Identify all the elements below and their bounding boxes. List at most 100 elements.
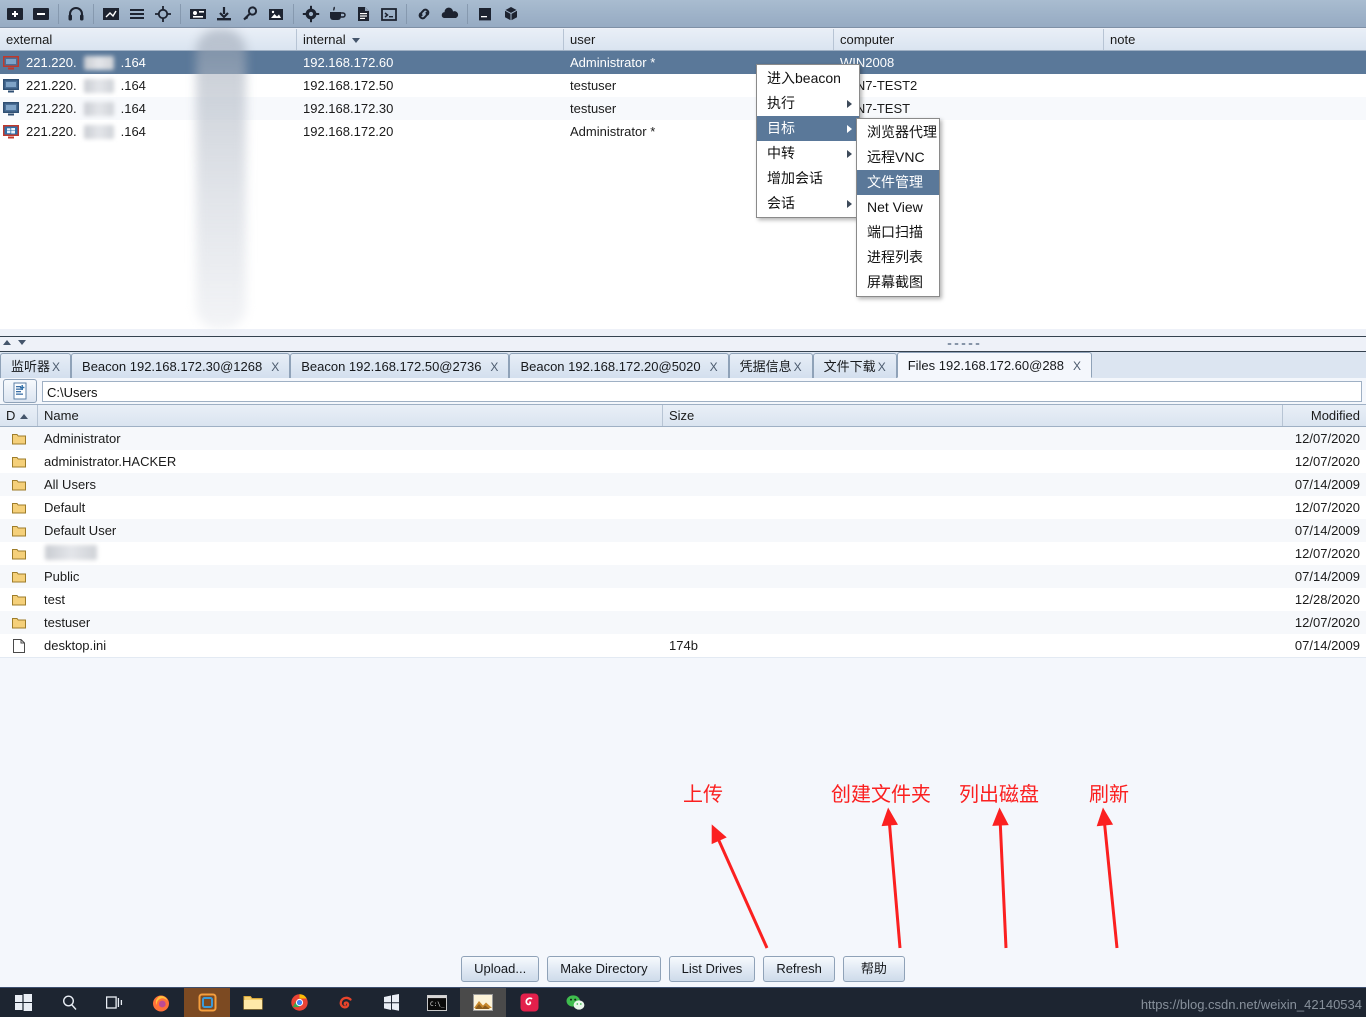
menu-item-enter-beacon[interactable]: 进入beacon — [757, 66, 859, 91]
column-header-modified[interactable]: Modified — [1283, 405, 1366, 426]
collapse-up-icon[interactable] — [3, 340, 11, 345]
menu-item-session[interactable]: 会话 — [757, 191, 859, 216]
tab-beacon-172-30[interactable]: Beacon 192.168.172.30@1268 X — [71, 353, 291, 378]
windows-taskbar[interactable]: C:\_ https://blog.csdn.net/weixin_421405… — [0, 987, 1366, 1017]
help-button[interactable]: 帮助 — [842, 956, 905, 982]
image-viewer-icon[interactable] — [460, 988, 506, 1017]
column-header-external[interactable]: external — [0, 29, 297, 50]
column-header-note[interactable]: note — [1104, 29, 1366, 50]
cloud-icon[interactable] — [437, 1, 463, 27]
column-header-directory[interactable]: D — [0, 405, 38, 426]
remove-icon[interactable] — [28, 1, 54, 27]
make-directory-button[interactable]: Make Directory — [547, 956, 661, 982]
tab-close-icon[interactable]: X — [271, 360, 279, 374]
table-row[interactable]: 221.220. .164 192.168.172.50 testuser WIN… — [0, 74, 1366, 97]
tab-close-icon[interactable]: X — [490, 360, 498, 374]
submenu-item-remote-vnc[interactable]: 远程VNC — [857, 145, 939, 170]
column-header-computer[interactable]: computer — [834, 29, 1104, 50]
tab-beacon-172-50[interactable]: Beacon 192.168.172.50@2736 X — [290, 353, 510, 378]
file-modified: 12/07/2020 — [1294, 615, 1360, 630]
search-icon[interactable] — [46, 988, 92, 1017]
file-row[interactable]: test 12/28/2020 — [0, 588, 1366, 611]
tab-credentials[interactable]: 凭据信息 X — [728, 353, 813, 378]
tab-close-icon[interactable]: X — [878, 360, 886, 374]
split-pane-divider[interactable] — [0, 336, 1366, 352]
360-browser-icon[interactable] — [322, 988, 368, 1017]
gear-icon[interactable] — [298, 1, 324, 27]
submenu-item-port-scan[interactable]: 端口扫描 — [857, 220, 939, 245]
tab-listeners[interactable]: 监听器 X — [0, 353, 72, 378]
key-icon[interactable] — [237, 1, 263, 27]
divider-expanders[interactable] — [3, 340, 26, 345]
context-menu[interactable]: 进入beacon 执行 目标 中转 增加会话 会话 — [756, 64, 860, 218]
tab-close-icon[interactable]: X — [794, 360, 802, 374]
coffee-icon[interactable] — [324, 1, 350, 27]
submenu-item-process-list[interactable]: 进程列表 — [857, 245, 939, 270]
menu-item-pivot[interactable]: 中转 — [757, 141, 859, 166]
file-row[interactable]: desktop.ini 174b 07/14/2009 — [0, 634, 1366, 657]
menu-item-add-session[interactable]: 增加会话 — [757, 166, 859, 191]
refresh-button[interactable]: Refresh — [763, 956, 835, 982]
file-row[interactable]: Default 12/07/2020 — [0, 496, 1366, 519]
cube-icon[interactable] — [498, 1, 524, 27]
vmware-icon[interactable] — [184, 988, 230, 1017]
book-icon[interactable] — [472, 1, 498, 27]
wechat-icon[interactable] — [552, 988, 598, 1017]
tab-beacon-172-20[interactable]: Beacon 192.168.172.20@5020 X — [509, 353, 729, 378]
list-icon[interactable] — [124, 1, 150, 27]
file-row[interactable]: All Users 07/14/2009 — [0, 473, 1366, 496]
file-row[interactable]: testuser 12/07/2020 — [0, 611, 1366, 634]
table-row[interactable]: 221.220. .164 192.168.172.20 Administrato… — [0, 120, 1366, 143]
column-header-user[interactable]: user — [564, 29, 834, 50]
chrome-icon[interactable] — [276, 988, 322, 1017]
column-header-name[interactable]: Name — [38, 405, 663, 426]
tab-close-icon[interactable]: X — [710, 360, 718, 374]
file-row[interactable]: Public 07/14/2009 — [0, 565, 1366, 588]
file-row[interactable]: administrator.HACKER 12/07/2020 — [0, 450, 1366, 473]
context-submenu[interactable]: 浏览器代理 远程VNC 文件管理 Net View 端口扫描 进程列表 屏幕截图 — [856, 118, 940, 297]
submenu-item-browser-pivot[interactable]: 浏览器代理 — [857, 120, 939, 145]
menu-item-target[interactable]: 目标 — [757, 116, 859, 141]
tab-close-icon[interactable]: X — [1073, 359, 1081, 373]
toolbar-separator — [93, 3, 94, 24]
task-view-icon[interactable] — [92, 988, 138, 1017]
kugou-icon[interactable] — [506, 988, 552, 1017]
tab-bar[interactable]: 监听器 X Beacon 192.168.172.30@1268 X Beacon … — [0, 352, 1366, 379]
firefox-icon[interactable] — [138, 988, 184, 1017]
link-icon[interactable] — [411, 1, 437, 27]
document-icon[interactable] — [350, 1, 376, 27]
upload-button[interactable]: Upload... — [461, 956, 540, 982]
share-nodes-icon[interactable] — [98, 1, 124, 27]
tab-downloads[interactable]: 文件下载 X — [812, 353, 897, 378]
tab-close-icon[interactable]: X — [52, 360, 60, 374]
crosshair-icon[interactable] — [150, 1, 176, 27]
image-icon[interactable] — [263, 1, 289, 27]
collapse-down-icon[interactable] — [18, 340, 26, 345]
menu-item-execute[interactable]: 执行 — [757, 91, 859, 116]
file-row[interactable]: Default User 07/14/2009 — [0, 519, 1366, 542]
column-header-internal[interactable]: internal — [297, 29, 564, 50]
path-input[interactable]: C:\Users — [42, 380, 1362, 402]
divider-grip-icon[interactable] — [946, 342, 980, 346]
start-icon[interactable] — [0, 988, 46, 1017]
file-row[interactable]: 12/07/2020 — [0, 542, 1366, 565]
submenu-item-file-browser[interactable]: 文件管理 — [857, 170, 939, 195]
submenu-item-net-view[interactable]: Net View — [857, 195, 939, 220]
terminal-icon[interactable] — [376, 1, 402, 27]
windows-store-icon[interactable] — [368, 988, 414, 1017]
submenu-item-screenshot[interactable]: 屏幕截图 — [857, 270, 939, 295]
add-icon[interactable] — [2, 1, 28, 27]
file-row[interactable]: Administrator 12/07/2020 — [0, 427, 1366, 450]
table-row[interactable]: 221.220. .164 192.168.172.60 Administrato… — [0, 51, 1366, 74]
column-header-size[interactable]: Size — [663, 405, 1283, 426]
targets-table[interactable]: external internal user computer note 221… — [0, 29, 1366, 329]
explorer-icon[interactable] — [230, 988, 276, 1017]
download-icon[interactable] — [211, 1, 237, 27]
tab-files-172-60[interactable]: Files 192.168.172.60@288 X — [896, 352, 1093, 378]
cmd-icon[interactable]: C:\_ — [414, 988, 460, 1017]
headphones-icon[interactable] — [63, 1, 89, 27]
list-drives-button[interactable]: List Drives — [668, 956, 756, 982]
path-history-button[interactable] — [3, 379, 37, 403]
table-row[interactable]: 221.220. .164 192.168.172.30 testuser WIN… — [0, 97, 1366, 120]
screenshot-icon[interactable] — [185, 1, 211, 27]
